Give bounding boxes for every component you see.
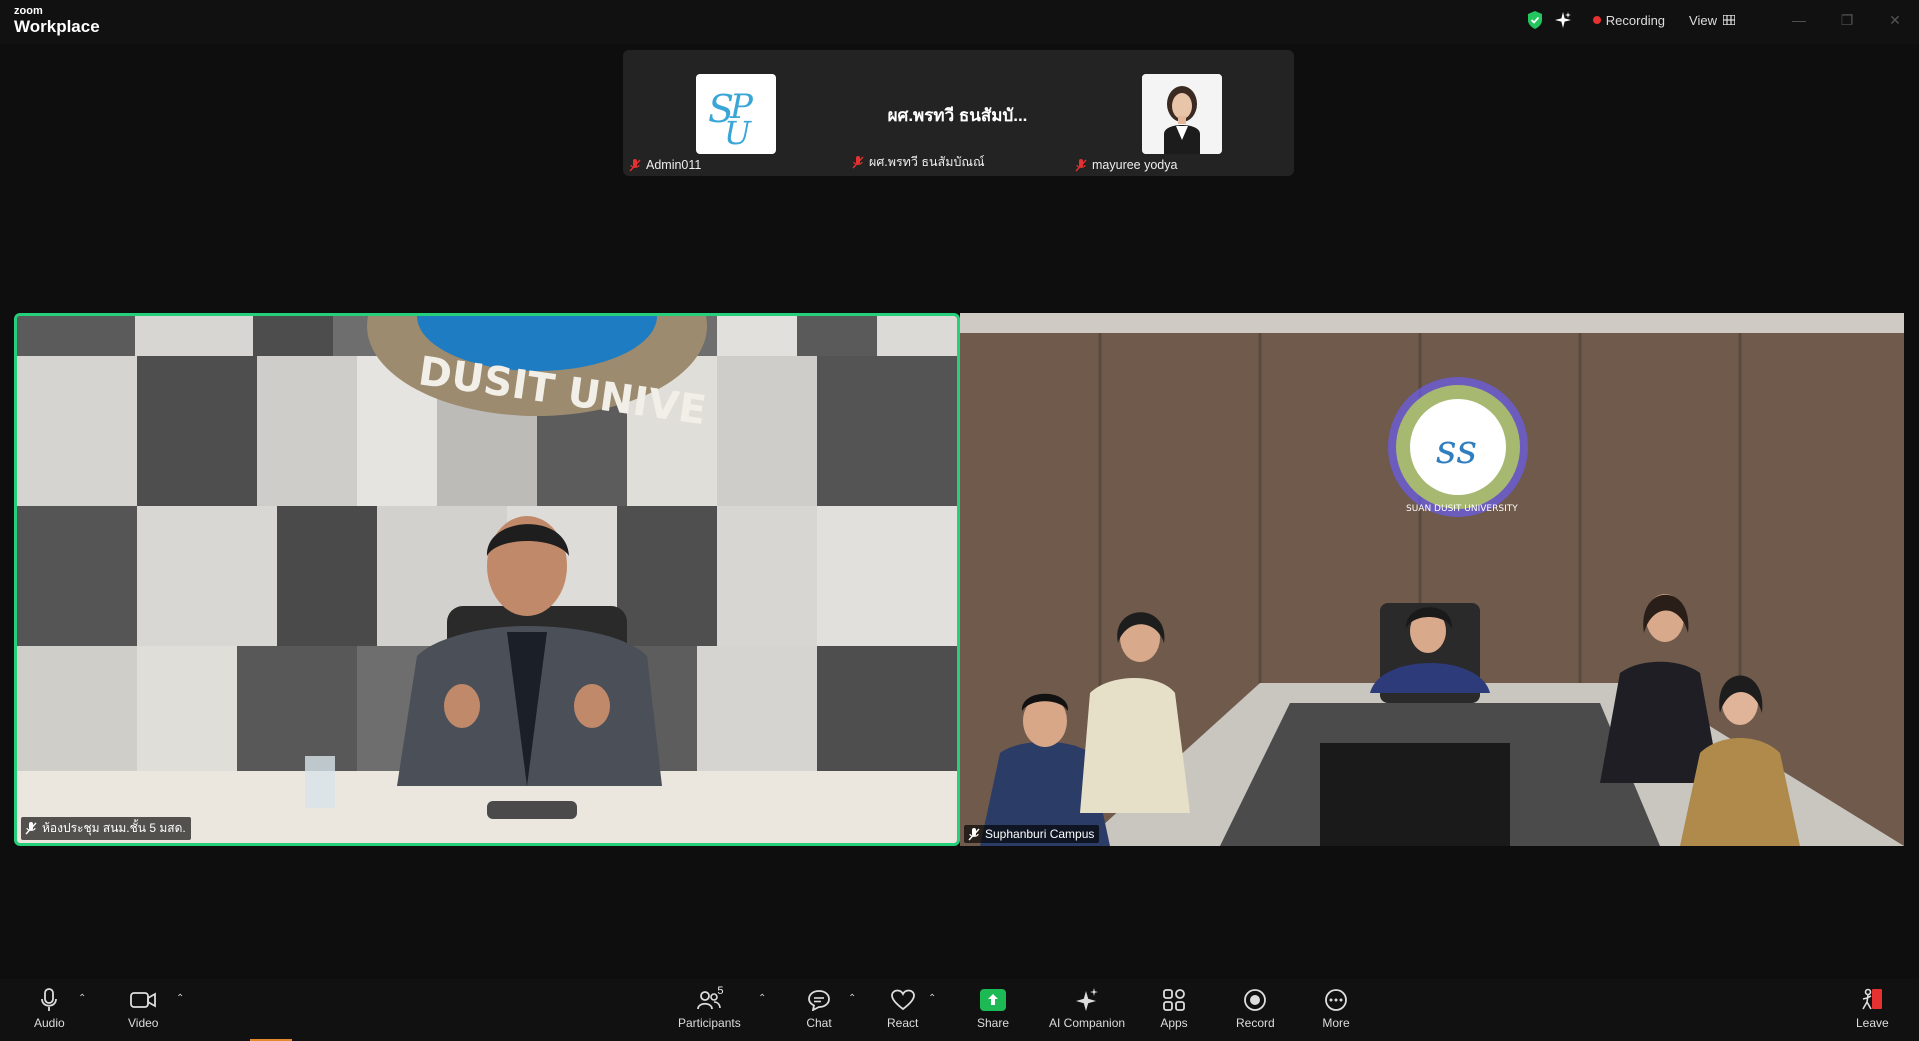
recording-indicator[interactable]: Recording — [1592, 12, 1666, 28]
share-button[interactable]: Share — [977, 987, 1009, 1030]
svg-text:U: U — [724, 114, 752, 152]
video-participant-name: Suphanburi Campus — [985, 827, 1095, 841]
record-icon — [1244, 989, 1267, 1011]
recording-label: Recording — [1605, 12, 1666, 28]
leave-button[interactable]: Leave — [1856, 987, 1889, 1030]
microphone-icon — [41, 988, 58, 1011]
participants-label: Participants — [678, 1016, 741, 1030]
video-button[interactable]: Video — [128, 987, 158, 1030]
thumbnail-tile[interactable]: S P U Admin011 — [623, 50, 846, 176]
record-label: Record — [1236, 1016, 1275, 1030]
react-options-caret[interactable]: ⌃ — [928, 993, 936, 1004]
more-label: More — [1322, 1016, 1350, 1030]
audio-label: Audio — [34, 1016, 65, 1030]
chat-bubble-icon — [808, 990, 830, 1011]
video-pane-active-speaker[interactable]: DUSIT UNIVE ห้องประชุม สนม.ชั้น 5 มสด. — [14, 313, 960, 846]
share-label: Share — [977, 1016, 1010, 1030]
video-participant-name: ห้องประชุม สนม.ชั้น 5 มสด. — [42, 821, 186, 835]
ai-companion-icon — [1076, 988, 1099, 1011]
emblem-text: SUAN DUSIT UNIVERSITY — [1406, 504, 1518, 514]
restore-button[interactable]: ❐ — [1823, 9, 1871, 31]
spu-logo-avatar: S P U — [696, 74, 776, 154]
more-dots-icon — [1325, 989, 1347, 1011]
chat-label: Chat — [806, 1016, 832, 1030]
profile-photo-avatar — [1142, 74, 1222, 154]
participants-count: 5 — [717, 985, 724, 997]
close-icon: ✕ — [1889, 11, 1901, 28]
chat-options-caret[interactable]: ⌃ — [848, 993, 856, 1004]
logo-top-text: zoom — [14, 5, 43, 17]
participant-name: Admin011 — [646, 158, 702, 172]
apps-button[interactable]: Apps — [1160, 987, 1188, 1030]
apps-grid-icon — [1163, 989, 1185, 1011]
title-bar: zoom Workplace Recording View — ❐ ✕ — [0, 0, 1919, 44]
participant-name-tag: Admin011 — [629, 158, 701, 172]
participant-display-name: ผศ.พรทวี ธนสัมบั... — [887, 106, 1028, 125]
camera-icon — [130, 992, 157, 1008]
ai-companion-button[interactable]: AI Companion — [1049, 987, 1125, 1030]
video-feed-conference-room: ss SUAN DUSIT UNIVERSITY — [960, 313, 1904, 846]
view-label: View — [1689, 12, 1717, 28]
participant-thumbnail-strip: S P U Admin011 ผศ.พรทวี ธนสัมบั... ผศ.พร… — [623, 50, 1294, 176]
logo-bottom-text: Workplace — [14, 17, 100, 36]
thumbnail-tile[interactable]: mayuree yodya — [1069, 50, 1292, 176]
view-grid-icon — [1723, 15, 1735, 25]
video-name-tag: Suphanburi Campus — [964, 825, 1100, 843]
video-options-caret[interactable]: ⌃ — [176, 993, 184, 1004]
leave-label: Leave — [1856, 1016, 1889, 1030]
ai-spark-icon[interactable] — [1554, 12, 1571, 28]
mic-muted-icon — [1075, 158, 1087, 171]
security-shield-icon[interactable] — [1527, 11, 1543, 29]
apps-label: Apps — [1160, 1016, 1188, 1030]
close-button[interactable]: ✕ — [1871, 9, 1919, 31]
react-button[interactable]: React — [887, 987, 918, 1030]
participants-options-caret[interactable]: ⌃ — [758, 993, 766, 1004]
leave-door-icon — [1862, 988, 1883, 1010]
mic-icon — [25, 822, 37, 835]
svg-text:ss: ss — [1436, 427, 1477, 473]
heart-icon — [890, 989, 915, 1011]
minimize-button[interactable]: — — [1775, 9, 1823, 31]
video-feed-meeting-room: DUSIT UNIVE — [17, 316, 957, 843]
video-name-tag: ห้องประชุม สนม.ชั้น 5 มสด. — [21, 817, 191, 840]
participant-name-tag: mayuree yodya — [1075, 158, 1177, 172]
zoom-logo: zoom Workplace — [14, 5, 100, 36]
chat-button[interactable]: Chat — [805, 987, 833, 1030]
meeting-toolbar: Audio ⌃ Video ⌃ 5 Participants ⌃ Chat ⌃ — [0, 979, 1919, 1041]
mic-icon — [968, 827, 980, 840]
share-screen-icon — [980, 989, 1007, 1011]
record-button[interactable]: Record — [1236, 987, 1275, 1030]
recording-dot-icon — [1592, 16, 1601, 24]
restore-icon: ❐ — [1840, 11, 1854, 28]
video-label: Video — [128, 1016, 159, 1030]
participant-name-tag: ผศ.พรทวี ธนสัมบัณณ์ — [852, 152, 985, 172]
mic-muted-icon — [852, 155, 864, 168]
participants-button[interactable]: 5 Participants — [678, 985, 741, 1030]
video-pane[interactable]: ss SUAN DUSIT UNIVERSITY Suphanburi Camp… — [960, 313, 1904, 846]
participant-name: mayuree yodya — [1092, 158, 1178, 172]
participant-name: ผศ.พรทวี ธนสัมบัณณ์ — [869, 155, 985, 169]
react-label: React — [887, 1016, 919, 1030]
ai-companion-label: AI Companion — [1049, 1016, 1126, 1030]
thumbnail-tile[interactable]: ผศ.พรทวี ธนสัมบั... ผศ.พรทวี ธนสัมบัณณ์ — [846, 50, 1069, 176]
view-button[interactable]: View — [1689, 13, 1735, 28]
audio-options-caret[interactable]: ⌃ — [78, 993, 86, 1004]
audio-button[interactable]: Audio — [34, 987, 65, 1030]
minimize-icon: — — [1792, 12, 1806, 28]
mic-muted-icon — [629, 158, 641, 171]
more-button[interactable]: More — [1322, 987, 1350, 1030]
